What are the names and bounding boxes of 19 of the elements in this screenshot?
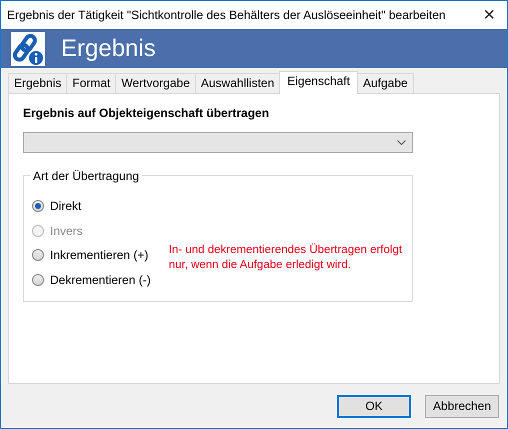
note-text: In- und dekrementierendes Übertragen erfolgt nur, wenn die Aufgabe erledigt wird. bbox=[168, 243, 404, 273]
radio-label[interactable]: Dekrementieren (-) bbox=[50, 270, 151, 289]
radio-button[interactable] bbox=[32, 274, 44, 286]
chevron-down-icon bbox=[397, 140, 406, 146]
window-title: Ergebnis der Tätigkeit "Sichtkontrolle des Behälters der Auslöseeinheit" bearbeiten bbox=[7, 7, 446, 24]
link-info-icon bbox=[11, 32, 45, 66]
tab[interactable]: Ergebnis bbox=[8, 73, 68, 93]
radio-label[interactable]: Inkrementieren (+) bbox=[50, 246, 148, 264]
radio-button[interactable] bbox=[32, 249, 44, 262]
group-legend: Art der Übertragung bbox=[30, 167, 142, 185]
tab[interactable]: Aufgabe bbox=[356, 73, 414, 93]
ok-button[interactable]: OK bbox=[337, 394, 411, 418]
radio-label[interactable]: Direkt bbox=[50, 197, 82, 216]
header-title: Ergebnis bbox=[61, 34, 156, 64]
close-button[interactable]: × bbox=[477, 5, 501, 25]
field-label: Ergebnis auf Objekteigenschaft übertragen bbox=[23, 105, 270, 122]
radio-button[interactable] bbox=[32, 200, 44, 212]
tab[interactable]: Eigenschaft bbox=[279, 71, 358, 94]
cancel-button[interactable]: Abbrechen bbox=[425, 394, 499, 418]
